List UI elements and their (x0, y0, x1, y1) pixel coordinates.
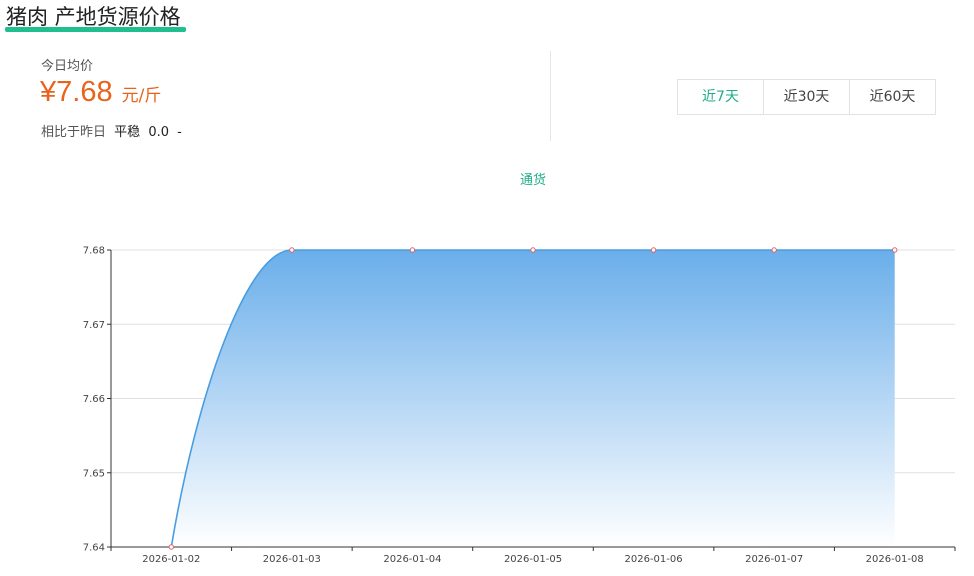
trend-status: 平稳 (114, 125, 141, 140)
data-point[interactable] (771, 247, 777, 253)
x-tick-label: 2026-01-08 (866, 554, 924, 565)
price-unit: 元/斤 (121, 86, 162, 106)
x-tick-label: 2026-01-06 (625, 554, 683, 565)
x-tick-labels: 2026-01-02 2026-01-03 2026-01-04 2026-01-05… (142, 554, 924, 565)
x-tick-label: 2026-01-07 (745, 554, 803, 565)
y-tick-label: 7.67 (83, 320, 105, 331)
y-tick-label: 7.68 (83, 246, 105, 257)
change-sign: - (177, 125, 182, 140)
x-tick-label: 2026-01-05 (504, 554, 562, 565)
data-point[interactable] (530, 247, 536, 253)
price-chart: 7.647.657.667.677.68 2026-01-02 2026-01-0… (83, 246, 956, 565)
y-tick-labels: 7.64 7.65 7.66 7.67 7.68 (83, 246, 105, 554)
price-row: ¥7.68 元/斤 (40, 76, 161, 109)
y-tick-label: 7.64 (83, 543, 105, 554)
compare-label: 相比于昨日 (41, 125, 107, 140)
area-fill (170, 249, 895, 548)
title-underline (5, 27, 186, 32)
tab-30-days[interactable]: 近30天 (763, 80, 849, 114)
x-tick-label: 2026-01-04 (383, 554, 441, 565)
vertical-divider (550, 51, 551, 141)
compare-row: 相比于昨日 平稳 0.0 - (41, 121, 182, 140)
data-point[interactable] (650, 247, 657, 253)
data-point[interactable] (409, 247, 416, 253)
y-tick-label: 7.66 (83, 394, 105, 405)
x-tick-label: 2026-01-02 (142, 554, 200, 565)
tab-60-days[interactable]: 近60天 (849, 80, 935, 114)
change-value: 0.0 (148, 125, 169, 140)
area-shape (171, 250, 895, 547)
y-tick-label: 7.65 (83, 468, 105, 479)
price-value: ¥7.68 (40, 76, 113, 108)
data-point[interactable] (168, 544, 174, 550)
data-point[interactable] (892, 247, 898, 253)
today-price-label: 今日均价 (41, 59, 94, 74)
legend-item-tonghuo[interactable]: 通货 (505, 169, 561, 188)
x-tick-label: 2026-01-03 (263, 554, 321, 565)
data-point[interactable] (289, 247, 295, 253)
tab-7-days[interactable]: 近7天 (678, 80, 763, 114)
range-tabs: 近7天 近30天 近60天 (677, 79, 936, 115)
